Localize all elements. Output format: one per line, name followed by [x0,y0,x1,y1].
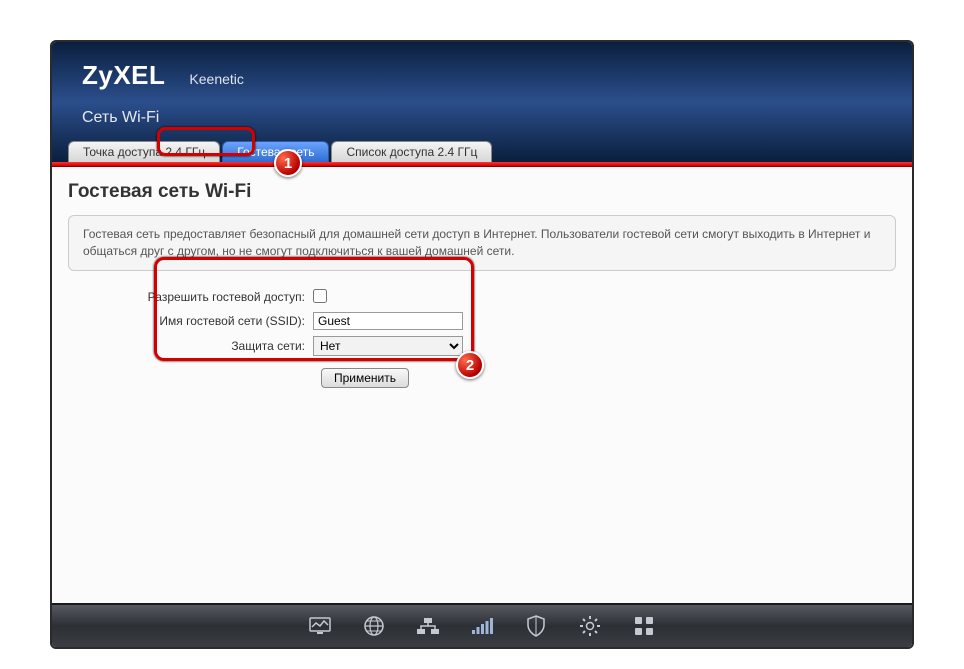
app-frame: ZyXEL Keenetic Сеть Wi-Fi Точка доступа … [50,40,914,649]
page-title: Сеть Wi-Fi [82,109,882,127]
input-ssid[interactable] [313,312,463,330]
tab-label: Гостевая сеть [237,145,314,159]
logo: ZyXEL [82,60,165,91]
select-security[interactable]: Нет [313,336,463,356]
network-icon[interactable] [415,613,441,639]
wifi-icon[interactable] [469,613,495,639]
tab-access-point[interactable]: Точка доступа 2.4 ГГц [68,141,220,162]
section-title: Гостевая сеть Wi-Fi [68,181,896,203]
row-security: Защита сети: Нет [68,336,896,356]
tab-bar: Точка доступа 2.4 ГГц Гостевая сеть Спис… [68,141,896,162]
bottom-nav [52,603,912,647]
header: ZyXEL Keenetic Сеть Wi-Fi Точка доступа … [52,42,912,162]
label-ssid: Имя гостевой сети (SSID): [68,314,313,328]
tab-guest-network[interactable]: Гостевая сеть [222,141,329,162]
apps-icon[interactable] [631,613,657,639]
tab-label: Список доступа 2.4 ГГц [346,145,477,159]
globe-icon[interactable] [361,613,387,639]
row-allow-guest: Разрешить гостевой доступ: [68,289,896,306]
tab-label: Точка доступа 2.4 ГГц [83,145,205,159]
label-allow-guest: Разрешить гостевой доступ: [68,290,313,304]
tab-access-list[interactable]: Список доступа 2.4 ГГц [331,141,492,162]
info-box: Гостевая сеть предоставляет безопасный д… [68,215,896,271]
apply-button[interactable]: Применить [321,368,409,388]
checkbox-allow-guest[interactable] [313,289,327,303]
form-zone: Разрешить гостевой доступ: Имя гостевой … [68,283,896,394]
brand-row: ZyXEL Keenetic [82,60,882,91]
monitor-icon[interactable] [307,613,333,639]
gear-icon[interactable] [577,613,603,639]
label-security: Защита сети: [68,339,313,353]
shield-icon[interactable] [523,613,549,639]
row-ssid: Имя гостевой сети (SSID): [68,312,896,330]
content-area: Гостевая сеть Wi-Fi Гостевая сеть предос… [52,167,912,603]
model-name: Keenetic [189,71,243,87]
